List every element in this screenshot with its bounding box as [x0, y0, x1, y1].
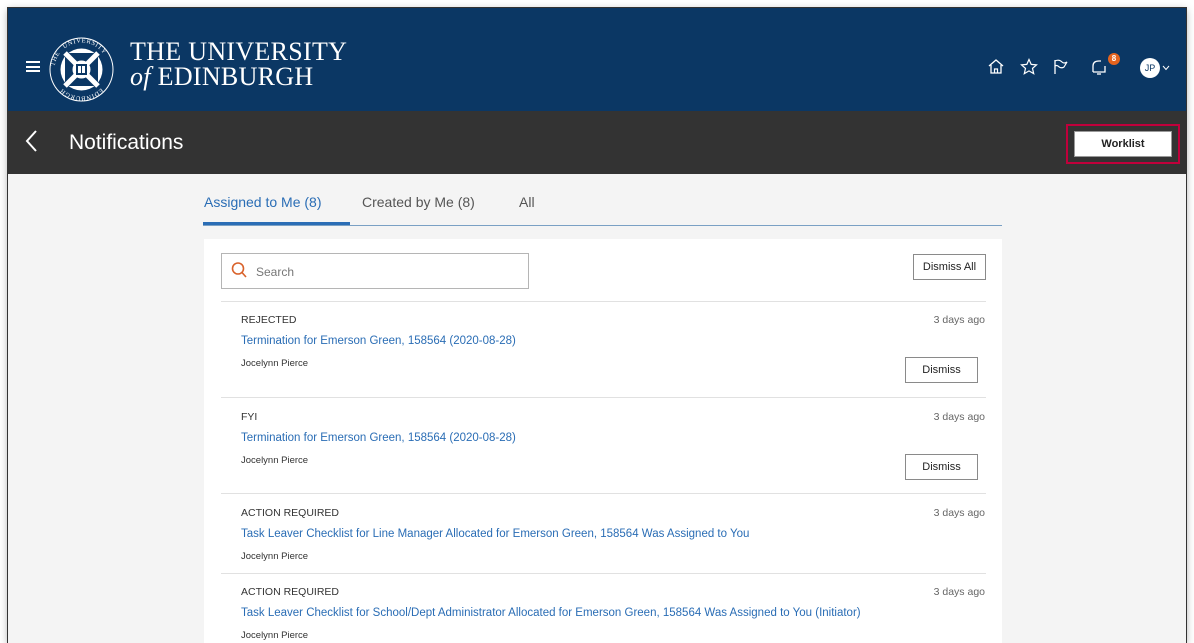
dismiss-button[interactable]: Dismiss	[905, 357, 978, 383]
notification-count-badge: 8	[1108, 53, 1120, 65]
notification-person: Jocelynn Pierce	[241, 358, 309, 369]
tab-assigned-to-me[interactable]: Assigned to Me (8)	[204, 194, 322, 210]
divider	[221, 397, 986, 398]
university-crest-logo[interactable]: THE UNIVERSITY EDINBURGH	[48, 36, 115, 103]
chevron-down-icon[interactable]	[1162, 65, 1170, 71]
home-icon[interactable]	[986, 57, 1006, 77]
notification-time: 3 days ago	[933, 586, 985, 598]
university-name-line2: of EDINBURGH	[130, 62, 314, 91]
notification-status: FYI	[241, 411, 258, 423]
search-input[interactable]	[254, 254, 523, 290]
notification-title-link[interactable]: Task Leaver Checklist for Line Manager A…	[241, 528, 749, 540]
worklist-button[interactable]: Worklist	[1074, 131, 1172, 157]
user-avatar[interactable]: JP	[1140, 58, 1160, 78]
app-window: THE UNIVERSITY EDINBURGH THE UNIVERSITY …	[8, 8, 1186, 643]
page-title-bar: Notifications Worklist	[8, 111, 1186, 174]
active-tab-indicator	[203, 222, 350, 225]
notifications-panel: Dismiss All REJECTED 3 days ago Terminat…	[204, 239, 1002, 643]
notification-person: Jocelynn Pierce	[241, 630, 309, 641]
notification-title-link[interactable]: Termination for Emerson Green, 158564 (2…	[241, 335, 516, 347]
notification-time: 3 days ago	[933, 411, 985, 423]
notification-status: ACTION REQUIRED	[241, 586, 340, 598]
search-box	[221, 253, 529, 290]
notification-status: ACTION REQUIRED	[241, 507, 340, 519]
search-icon	[231, 262, 247, 278]
notifications-bell-icon[interactable]	[1089, 57, 1109, 77]
star-icon[interactable]	[1019, 57, 1039, 77]
divider	[221, 301, 986, 302]
notification-time: 3 days ago	[933, 314, 985, 326]
page-title: Notifications	[69, 131, 184, 154]
notification-time: 3 days ago	[933, 507, 985, 519]
notification-title-link[interactable]: Termination for Emerson Green, 158564 (2…	[241, 432, 516, 444]
divider	[221, 493, 986, 494]
divider	[221, 573, 986, 574]
notification-person: Jocelynn Pierce	[241, 455, 309, 466]
notification-tabs: Assigned to Me (8) Created by Me (8) All	[203, 174, 1002, 226]
tab-created-by-me[interactable]: Created by Me (8)	[362, 194, 475, 210]
worklist-highlight: Worklist	[1066, 124, 1180, 164]
dismiss-all-button[interactable]: Dismiss All	[913, 254, 986, 280]
tab-all[interactable]: All	[519, 194, 535, 210]
flag-icon[interactable]	[1050, 57, 1070, 77]
back-arrow-icon[interactable]	[25, 129, 39, 153]
notification-person: Jocelynn Pierce	[241, 551, 309, 562]
notification-status: REJECTED	[241, 314, 297, 326]
dismiss-button[interactable]: Dismiss	[905, 454, 978, 480]
menu-icon[interactable]	[26, 61, 40, 72]
notification-title-link[interactable]: Task Leaver Checklist for School/Dept Ad…	[241, 607, 861, 619]
top-header: THE UNIVERSITY EDINBURGH THE UNIVERSITY …	[8, 8, 1186, 111]
